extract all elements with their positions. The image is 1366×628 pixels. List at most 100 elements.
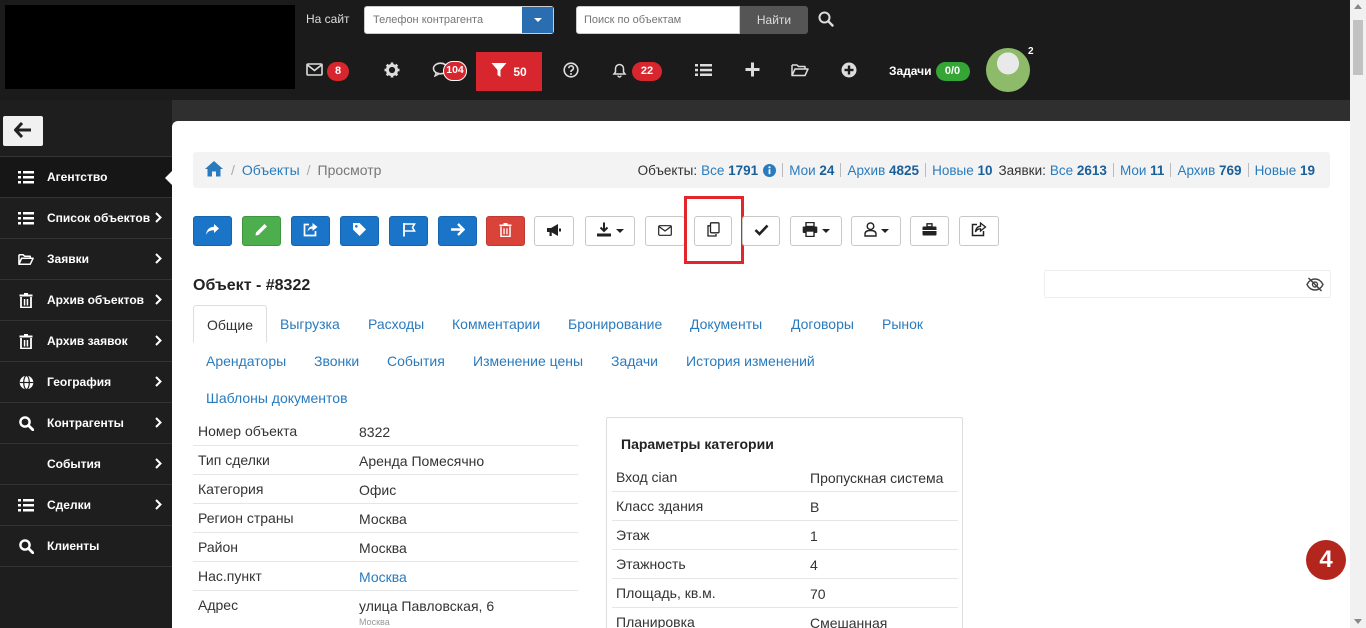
tab-tasks[interactable]: Задачи [598, 342, 671, 380]
sidebar-item-geography[interactable]: География [0, 361, 172, 402]
tab-events[interactable]: События [374, 342, 458, 380]
notifications-button[interactable]: 22 [612, 61, 662, 81]
tab-market[interactable]: Рынок [869, 305, 936, 343]
category-params-panel: Параметры категории Вход cian Пропускная… [606, 417, 963, 628]
email-button[interactable] [645, 216, 685, 246]
settings-button[interactable] [384, 62, 400, 80]
delete-button[interactable] [486, 216, 525, 246]
objects-new-link[interactable]: Новые 10 [932, 163, 992, 178]
download-dropdown-button[interactable] [585, 216, 635, 246]
requests-new-link[interactable]: Новые 19 [1255, 163, 1315, 178]
tab-general[interactable]: Общие [193, 305, 268, 343]
gear-icon [384, 62, 400, 81]
chevron-right-icon [155, 376, 162, 390]
tab-export[interactable]: Выгрузка [267, 305, 353, 343]
sidebar-item-object-list[interactable]: Список объектов [0, 197, 172, 238]
print-dropdown-button[interactable] [790, 216, 842, 246]
tab-document-templates[interactable]: Шаблоны документов [193, 379, 361, 417]
object-search-input[interactable] [576, 6, 740, 34]
filter-button[interactable]: 50 [476, 52, 542, 91]
phone-dropdown-button[interactable] [522, 7, 553, 33]
tag-button[interactable] [340, 216, 379, 246]
add-button[interactable] [745, 62, 760, 80]
sidebar-item-agency[interactable]: Агентство [0, 156, 173, 197]
sidebar-item-clients[interactable]: Клиенты [0, 525, 172, 566]
tasks-label: Задачи [889, 64, 932, 78]
phone-combobox[interactable] [364, 6, 554, 34]
list-icon [18, 170, 34, 184]
check-icon [754, 224, 769, 239]
hidden-field-toggle[interactable] [1044, 270, 1331, 298]
page-scrollbar[interactable] [1350, 0, 1366, 628]
envelope-icon [306, 63, 323, 79]
find-button[interactable]: Найти [740, 6, 808, 34]
external-share-button[interactable] [959, 216, 999, 246]
confirm-button[interactable] [742, 216, 780, 246]
objects-mine-link[interactable]: Мои 24 [789, 163, 834, 178]
mail-button[interactable]: 8 [306, 61, 349, 81]
export-button[interactable] [291, 216, 330, 246]
filter-count: 50 [513, 64, 527, 79]
tab-expenses[interactable]: Расходы [355, 305, 437, 343]
logo[interactable] [5, 5, 295, 89]
eye-slash-icon[interactable] [1306, 277, 1324, 295]
sidebar-item-deals[interactable]: Сделки [0, 484, 172, 525]
sidebar-item-label: Агентство [47, 170, 108, 184]
tab-change-history[interactable]: История изменений [673, 342, 828, 380]
tab-comments[interactable]: Комментарии [439, 305, 553, 343]
add-circle-button[interactable] [841, 62, 857, 80]
table-row: Этажность 4 [612, 550, 958, 579]
phone-input[interactable] [365, 7, 523, 33]
edit-button[interactable] [242, 216, 281, 246]
scroll-down-arrow[interactable] [1354, 619, 1362, 624]
table-row: Адрес улица Павловская, 6 Москва [198, 597, 495, 627]
scroll-up-arrow[interactable] [1354, 4, 1362, 9]
sidebar-item-label: Список объектов [47, 211, 151, 225]
sidebar-item-events[interactable]: События [0, 443, 172, 484]
tab-tenants[interactable]: Арендаторы [193, 342, 299, 380]
search-icon[interactable] [818, 11, 834, 30]
user-dropdown-button[interactable] [851, 216, 901, 246]
locality-link[interactable]: Москва [359, 569, 407, 585]
tab-calls[interactable]: Звонки [301, 342, 372, 380]
tab-booking[interactable]: Бронирование [555, 305, 675, 343]
avatar[interactable] [986, 48, 1030, 92]
objects-all-link[interactable]: Все 1791 [701, 163, 758, 178]
help-button[interactable] [563, 61, 579, 80]
tab-price-change[interactable]: Изменение цены [460, 342, 596, 380]
sidebar-item-request-archive[interactable]: Архив заявок [0, 320, 172, 361]
go-to-site-link[interactable]: На сайт [306, 12, 350, 26]
messages-button[interactable]: 104 [432, 61, 467, 81]
share-button[interactable] [193, 216, 232, 246]
tab-contracts[interactable]: Договоры [778, 305, 867, 343]
trash-icon [499, 222, 512, 240]
flag-button[interactable] [389, 216, 428, 246]
requests-all-link[interactable]: Все 2613 [1050, 163, 1107, 178]
list-icon [18, 211, 34, 225]
sidebar-item-contractors[interactable]: Контрагенты [0, 402, 172, 443]
sidebar-item-requests[interactable]: Заявки [0, 238, 172, 279]
requests-archive-link[interactable]: Архив 769 [1177, 163, 1241, 178]
announce-button[interactable] [534, 216, 574, 246]
breadcrumb-objects[interactable]: Объекты [242, 162, 300, 178]
portfolio-button[interactable] [910, 216, 949, 246]
home-link[interactable] [204, 160, 224, 180]
open-folder-button[interactable] [791, 62, 809, 80]
table-row: Тип сделки Аренда Помесячно [193, 446, 578, 475]
briefcase-icon [922, 223, 937, 239]
tasks-button[interactable]: Задачи 0/0 [889, 61, 970, 81]
info-circle-icon[interactable] [763, 163, 777, 177]
tab-documents[interactable]: Документы [677, 305, 775, 343]
chevron-right-icon [155, 458, 162, 472]
sidebar-item-label: Сделки [47, 498, 91, 512]
share-square-icon [971, 221, 987, 240]
scroll-thumb[interactable] [1353, 20, 1363, 75]
objects-archive-link[interactable]: Архив 4825 [847, 163, 919, 178]
back-button[interactable] [3, 116, 43, 146]
sidebar-item-partial[interactable] [0, 566, 172, 586]
task-list-button[interactable] [695, 62, 712, 80]
requests-mine-link[interactable]: Мои 11 [1120, 163, 1165, 178]
envelope-icon [658, 224, 672, 239]
forward-button[interactable] [438, 216, 477, 246]
sidebar-item-object-archive[interactable]: Архив объектов [0, 279, 172, 320]
